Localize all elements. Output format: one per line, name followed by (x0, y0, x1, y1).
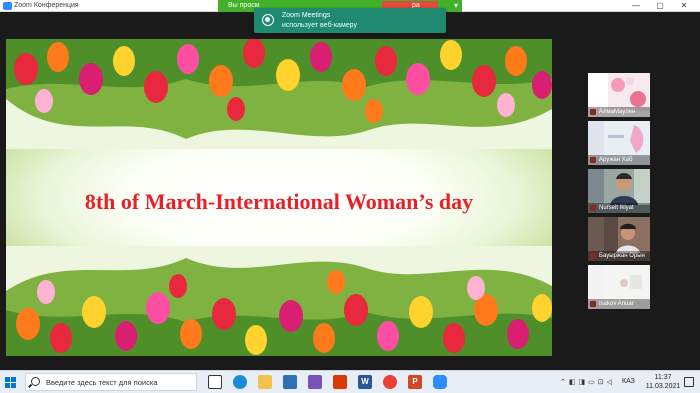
window-controls: — ▢ ✕ (624, 0, 696, 12)
powerpoint-icon[interactable]: P (408, 375, 422, 389)
task-view-icon[interactable] (208, 375, 222, 389)
participants-video-panel: АлмаМаулен Аружан Хаб Nurseit Ikiyat Бау… (578, 13, 700, 365)
start-button[interactable] (5, 377, 17, 389)
close-button[interactable]: ✕ (672, 0, 696, 12)
webcam-notification[interactable]: Zoom Meetings использует веб-камеру (254, 8, 446, 33)
tray-app-icon[interactable]: ◧ (569, 377, 576, 389)
search-icon (31, 377, 40, 386)
mail-icon[interactable] (283, 375, 297, 389)
taskbar-search-input[interactable]: Введите здесь текст для поиска (25, 373, 197, 391)
minimize-button[interactable]: — (624, 0, 648, 12)
participant-name: Бауыржан Орын (588, 251, 650, 261)
notification-title: Zoom Meetings (282, 12, 331, 19)
system-tray: ⌃ ◧ ◨ ▭ ⊡ ◁ (560, 377, 612, 389)
volume-icon[interactable]: ◁ (607, 377, 612, 389)
input-language[interactable]: КАЗ (622, 376, 635, 388)
participant-name: Nurseit Ikiyat (588, 203, 650, 213)
participant-video-image (604, 265, 650, 301)
zoom-app-icon[interactable] (433, 375, 447, 389)
participant-video-image (608, 73, 650, 111)
clock-date[interactable]: 11.03.2021 (645, 382, 681, 391)
notification-body: использует веб-камеру (282, 22, 357, 29)
network-icon[interactable]: ⊡ (598, 377, 604, 389)
slide-title: 8th of March-International Woman’s day (84, 189, 474, 214)
participant-tile[interactable]: Бауыржан Орын (588, 217, 650, 261)
battery-icon[interactable]: ▭ (588, 377, 595, 389)
presentation-slide: 8th of March-International Woman’s day (6, 39, 552, 356)
participant-tile[interactable]: Аружан Хаб (588, 121, 650, 165)
edge-browser-icon[interactable] (233, 375, 247, 389)
visual-studio-icon[interactable] (308, 375, 322, 389)
search-placeholder: Введите здесь текст для поиска (46, 378, 158, 387)
participant-video-image (604, 121, 650, 157)
office-icon[interactable] (333, 375, 347, 389)
file-explorer-icon[interactable] (258, 375, 272, 389)
participant-video-image (604, 217, 650, 253)
clock-time[interactable]: 11:37 (649, 373, 677, 382)
participant-name: Аружан Хаб (588, 155, 650, 165)
tray-chevron-icon[interactable]: ⌃ (560, 377, 566, 389)
word-icon[interactable]: W (358, 375, 372, 389)
chrome-icon[interactable] (383, 375, 397, 389)
shared-screen-area: 8th of March-International Woman’s day (0, 13, 578, 365)
maximize-button[interactable]: ▢ (648, 0, 672, 12)
tulip-border-bottom (6, 246, 552, 356)
zoom-logo-icon (3, 2, 12, 10)
notifications-icon[interactable] (684, 377, 694, 387)
participant-tile[interactable]: Nurseit Ikiyat (588, 169, 650, 213)
participant-tile[interactable]: Isakov Anuar (588, 265, 650, 309)
tulip-border-top (6, 39, 552, 149)
share-options-chevron-icon[interactable]: ▾ (454, 0, 458, 11)
participant-tile[interactable]: АлмаМаулен (588, 73, 650, 117)
windows-taskbar: Введите здесь текст для поиска W P ⌃ ◧ ◨… (0, 370, 700, 393)
participant-name: АлмаМаулен (588, 107, 650, 117)
participant-video-image (604, 169, 650, 205)
participant-name: Isakov Anuar (588, 299, 650, 309)
tray-app-icon[interactable]: ◨ (579, 377, 586, 389)
window-title: Zoom Конференция (14, 2, 79, 9)
webcam-icon (262, 14, 274, 26)
